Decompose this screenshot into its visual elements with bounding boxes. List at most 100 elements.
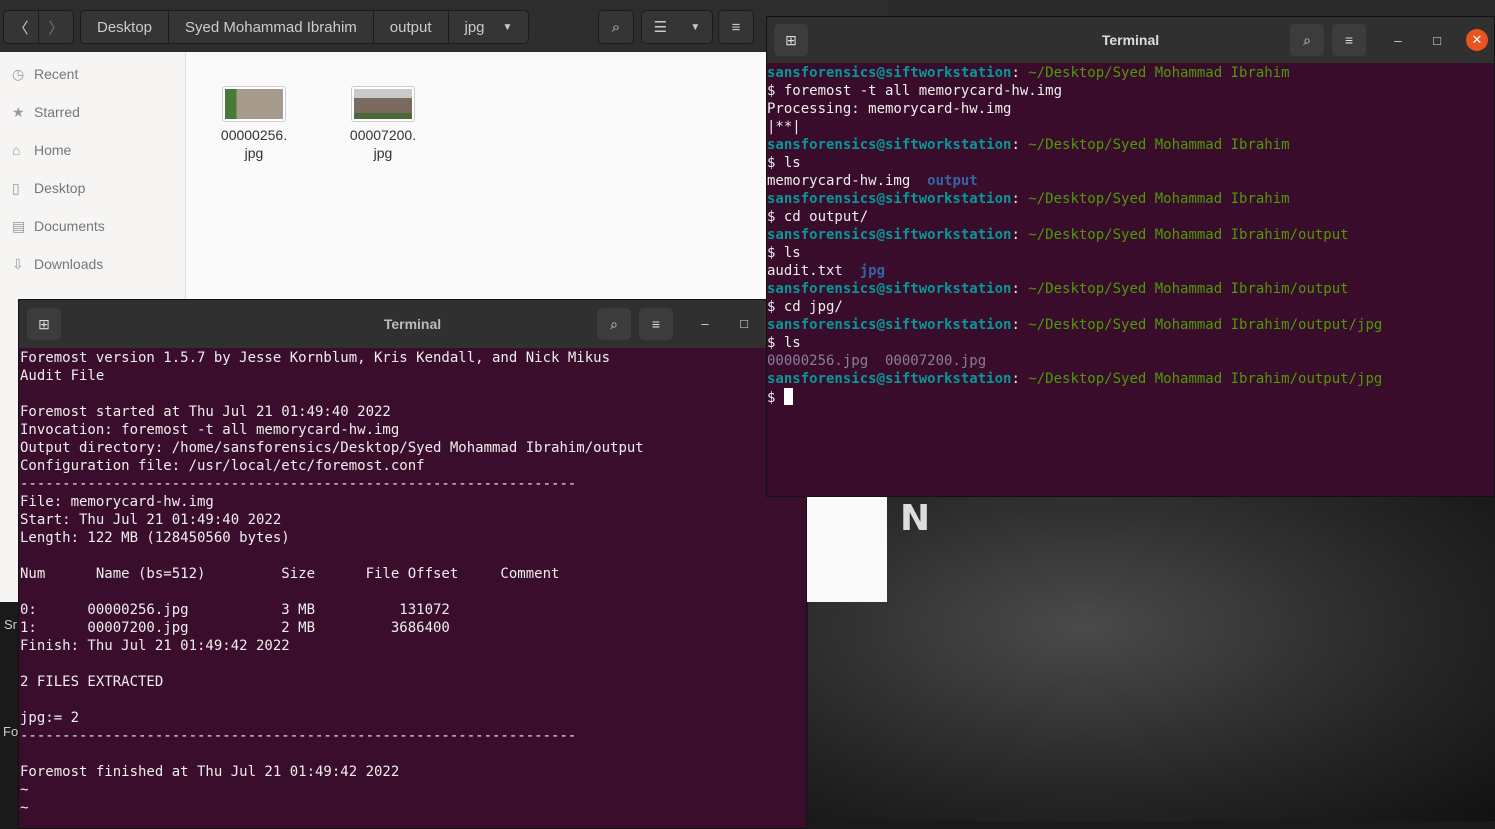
audit-line: ~ — [20, 800, 29, 816]
audit-line: Foremost finished at Thu Jul 21 01:49:42… — [20, 764, 400, 780]
terminal-title: Terminal — [1101, 32, 1160, 48]
prompt-user: sansforensics@siftworkstation — [767, 317, 1012, 333]
terminal-line: sansforensics@siftworkstation: ~/Desktop… — [767, 316, 1494, 334]
terminal-output[interactable]: sansforensics@siftworkstation: ~/Desktop… — [767, 63, 1494, 407]
audit-line: Audit File — [20, 368, 105, 384]
prompt-colon: : — [1011, 281, 1029, 297]
file-item[interactable]: 00000256. jpg — [214, 86, 294, 162]
audit-line: Invocation: foremost -t all memorycard-h… — [20, 422, 400, 438]
prompt-path: ~/Desktop/Syed Mohammad Ibrahim/output — [1028, 227, 1349, 243]
sidebar-item-recent[interactable]: ◷ Recent — [0, 55, 185, 93]
terminal-headerbar: ⊞ Terminal ⌕ ≡ – □ ✕ — [767, 17, 1494, 63]
crumb-output[interactable]: output — [374, 11, 449, 43]
desktop-top — [887, 0, 1495, 16]
ls-directory: output — [927, 173, 978, 189]
cursor — [783, 388, 793, 405]
terminal-line: audit.txt jpg — [767, 262, 1494, 280]
sidebar-item-desktop[interactable]: ▯ Desktop — [0, 169, 185, 207]
chevron-down-icon: ▼ — [690, 21, 701, 33]
sidebar-item-starred[interactable]: ★ Starred — [0, 93, 185, 131]
desktop-icon: ▯ — [12, 179, 20, 196]
terminal-line: $ — [767, 388, 1494, 407]
ls-directory: jpg — [859, 263, 886, 279]
terminal-title: Terminal — [383, 316, 442, 332]
ls-file: memorycard-hw.img — [767, 173, 911, 189]
file-ext: jpg — [373, 145, 393, 161]
menu-button[interactable]: ≡ — [718, 10, 754, 44]
prompt-user: sansforensics@siftworkstation — [767, 191, 1012, 207]
terminal-line: $ ls — [767, 244, 1494, 262]
audit-line: ----------------------------------------… — [20, 476, 577, 492]
sidebar-item-documents[interactable]: ▤ Documents — [0, 207, 185, 245]
prompt-colon: : — [1011, 317, 1029, 333]
terminal-line: sansforensics@siftworkstation: ~/Desktop… — [767, 190, 1494, 208]
prompt-path: ~/Desktop/Syed Mohammad Ibrahim — [1028, 191, 1290, 207]
sidebar-label: Recent — [34, 66, 79, 82]
audit-line: Foremost version 1.5.7 by Jesse Kornblum… — [20, 350, 611, 366]
minimize-button[interactable]: – — [694, 312, 716, 334]
audit-line: Num Name (bs=512) Size File Offset Comme… — [20, 566, 560, 582]
search-button[interactable]: ⌕ — [598, 10, 634, 44]
audit-line: Start: Thu Jul 21 01:49:40 2022 — [20, 512, 282, 528]
audit-line — [20, 745, 806, 763]
output-text: $ ls — [767, 335, 801, 351]
terminal-window-audit: ⊞ Terminal ⌕ ≡ – □ Foremost version 1.5.… — [18, 299, 807, 829]
terminal-line: sansforensics@siftworkstation: ~/Desktop… — [767, 136, 1494, 154]
audit-line: 0: 00000256.jpg 3 MB 131072 — [20, 602, 450, 618]
sidebar-item-home[interactable]: ⌂ Home — [0, 131, 185, 169]
prompt-path: ~/Desktop/Syed Mohammad Ibrahim — [1028, 137, 1290, 153]
close-button[interactable]: ✕ — [1466, 29, 1488, 51]
audit-line: ----------------------------------------… — [20, 728, 577, 744]
back-button[interactable]: 〈 — [3, 10, 39, 44]
chevron-down-icon: ▼ — [502, 21, 513, 33]
image-thumbnail — [351, 86, 415, 122]
background-text: Sr — [4, 617, 17, 632]
search-button[interactable]: ⌕ — [597, 308, 631, 340]
prompt-colon: : — [1011, 65, 1029, 81]
audit-line: jpg:= 2 — [20, 710, 80, 726]
crumb-user-folder[interactable]: Syed Mohammad Ibrahim — [169, 11, 374, 43]
crumb-jpg[interactable]: jpg ▼ — [449, 11, 529, 43]
files-headerbar: 〈 〉 Desktop Syed Mohammad Ibrahim output… — [0, 0, 887, 52]
audit-line: ~ — [20, 782, 29, 798]
hamburger-icon: ≡ — [731, 18, 741, 36]
terminal-window-main: ⊞ Terminal ⌕ ≡ – □ ✕ sansforensics@siftw… — [766, 16, 1495, 497]
audit-line — [20, 691, 806, 709]
prompt-user: sansforensics@siftworkstation — [767, 281, 1012, 297]
terminal-line: sansforensics@siftworkstation: ~/Desktop… — [767, 280, 1494, 298]
crumb-desktop[interactable]: Desktop — [81, 11, 170, 43]
ls-file: audit.txt — [767, 263, 843, 279]
output-text: Processing: memorycard-hw.img — [767, 101, 1012, 117]
audit-line: 1: 00007200.jpg 2 MB 3686400 — [20, 620, 450, 636]
prompt-colon: : — [1011, 191, 1029, 207]
search-icon: ⌕ — [1303, 31, 1311, 48]
terminal-output[interactable]: Foremost version 1.5.7 by Jesse Kornblum… — [19, 348, 806, 817]
clock-icon: ◷ — [12, 65, 25, 82]
minimize-button[interactable]: – — [1387, 29, 1409, 51]
prompt-user: sansforensics@siftworkstation — [767, 65, 1012, 81]
terminal-line: sansforensics@siftworkstation: ~/Desktop… — [767, 226, 1494, 244]
sidebar-label: Downloads — [34, 256, 104, 272]
menu-button[interactable]: ≡ — [1332, 24, 1366, 56]
search-icon: ⌕ — [610, 315, 618, 332]
menu-button[interactable]: ≡ — [639, 308, 673, 340]
output-text: $ ls — [767, 245, 801, 261]
search-button[interactable]: ⌕ — [1290, 24, 1324, 56]
audit-line — [20, 547, 806, 565]
terminal-line: $ ls — [767, 154, 1494, 172]
home-icon: ⌂ — [12, 142, 21, 158]
maximize-button[interactable]: □ — [733, 312, 755, 334]
sidebar-label: Desktop — [34, 180, 86, 196]
prompt-dollar: $ — [767, 390, 784, 406]
file-item[interactable]: 00007200. jpg — [343, 86, 423, 162]
document-icon: ▤ — [12, 217, 26, 234]
prompt-user: sansforensics@siftworkstation — [767, 371, 1012, 387]
view-button[interactable]: ☰ ▼ — [641, 10, 713, 44]
maximize-button[interactable]: □ — [1426, 29, 1448, 51]
sidebar-item-downloads[interactable]: ⇩ Downloads — [0, 245, 185, 283]
terminal-line: sansforensics@siftworkstation: ~/Desktop… — [767, 370, 1494, 388]
audit-line — [20, 655, 806, 673]
forward-button[interactable]: 〉 — [38, 10, 74, 44]
ls-image-files: 00000256.jpg 00007200.jpg — [767, 353, 987, 369]
